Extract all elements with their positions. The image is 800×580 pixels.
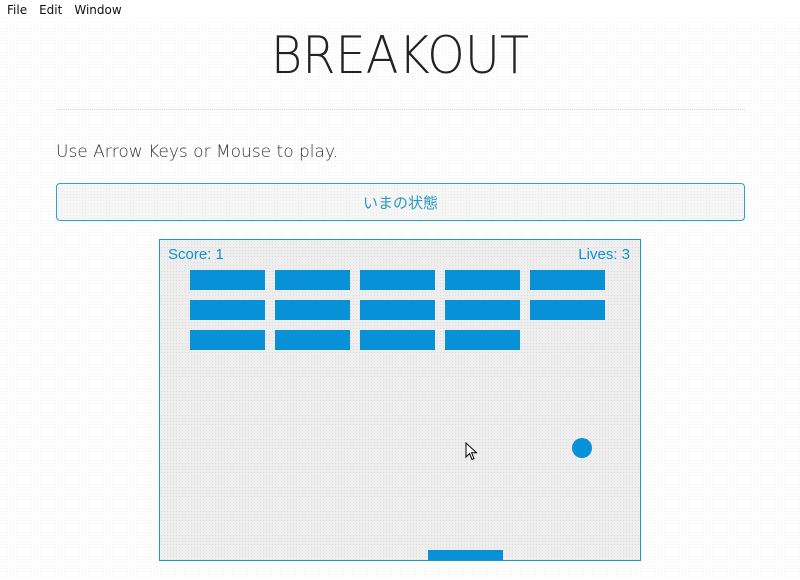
brick — [445, 270, 520, 290]
instructions-text: Use Arrow Keys or Mouse to play. — [56, 142, 338, 162]
brick — [360, 330, 435, 350]
brick — [360, 300, 435, 320]
menu-window[interactable]: Window — [68, 3, 127, 17]
brick — [275, 330, 350, 350]
paddle[interactable] — [428, 550, 503, 560]
menu-edit[interactable]: Edit — [33, 3, 68, 17]
brick — [190, 330, 265, 350]
current-state-button[interactable]: いまの状態 — [56, 183, 745, 221]
score-display: Score: 1 — [168, 246, 224, 263]
menu-file[interactable]: File — [0, 3, 33, 17]
brick — [275, 300, 350, 320]
brick — [190, 270, 265, 290]
divider — [56, 109, 745, 110]
brick — [190, 300, 265, 320]
brick — [360, 270, 435, 290]
brick — [275, 270, 350, 290]
game-canvas[interactable]: Score: 1 Lives: 3 — [159, 239, 641, 561]
brick — [530, 300, 605, 320]
brick — [445, 330, 520, 350]
menu-bar: File Edit Window — [0, 0, 800, 20]
mouse-pointer-icon — [465, 442, 478, 461]
ball — [572, 438, 592, 458]
brick — [530, 270, 605, 290]
lives-display: Lives: 3 — [578, 246, 630, 263]
page-title: BREAKOUT — [270, 26, 530, 86]
brick — [445, 300, 520, 320]
